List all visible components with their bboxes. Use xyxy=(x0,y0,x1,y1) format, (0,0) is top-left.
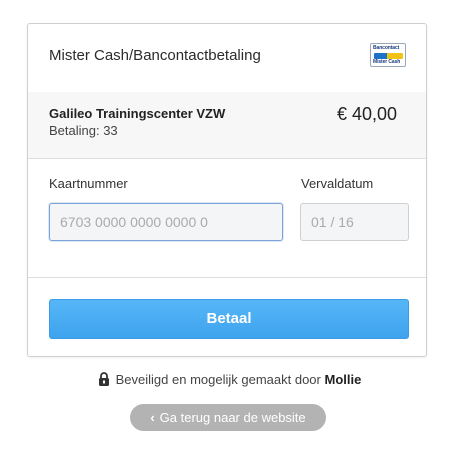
merchant-name: Galileo Trainingscenter VZW xyxy=(49,106,226,121)
payment-amount: € 40,00 xyxy=(336,104,397,124)
chevron-left-icon: ‹ xyxy=(150,410,155,425)
card-form: Kaartnummer Vervaldatum xyxy=(28,159,426,278)
card-header: Mister Cash/Bancontactbetaling Bancontac… xyxy=(28,24,426,93)
lock-icon xyxy=(98,372,110,390)
pay-button[interactable]: Betaal xyxy=(49,299,409,339)
logo-text-bottom: Mister Cash xyxy=(373,59,401,65)
bancontact-logo: Bancontact Mister Cash xyxy=(370,43,406,67)
security-notice: Beveiligd en mogelijk gemaakt door Molli… xyxy=(0,372,459,390)
page-title: Mister Cash/Bancontactbetaling xyxy=(49,47,261,64)
back-to-website-button[interactable]: ‹ Ga terug naar de website xyxy=(130,404,326,431)
expiry-input[interactable] xyxy=(300,203,409,241)
payment-reference: Betaling: 33 xyxy=(49,123,118,138)
card-number-input[interactable] xyxy=(49,203,283,241)
logo-text-top: Bancontact xyxy=(373,45,400,51)
expiry-label: Vervaldatum xyxy=(301,176,374,191)
provider-name: Mollie xyxy=(324,372,362,387)
payment-card: Mister Cash/Bancontactbetaling Bancontac… xyxy=(27,23,427,357)
security-text: Beveiligd en mogelijk gemaakt door xyxy=(115,372,321,387)
back-button-label: Ga terug naar de website xyxy=(159,410,306,425)
merchant-summary: Galileo Trainingscenter VZW Betaling: 33… xyxy=(28,92,426,159)
card-number-label: Kaartnummer xyxy=(49,176,128,191)
